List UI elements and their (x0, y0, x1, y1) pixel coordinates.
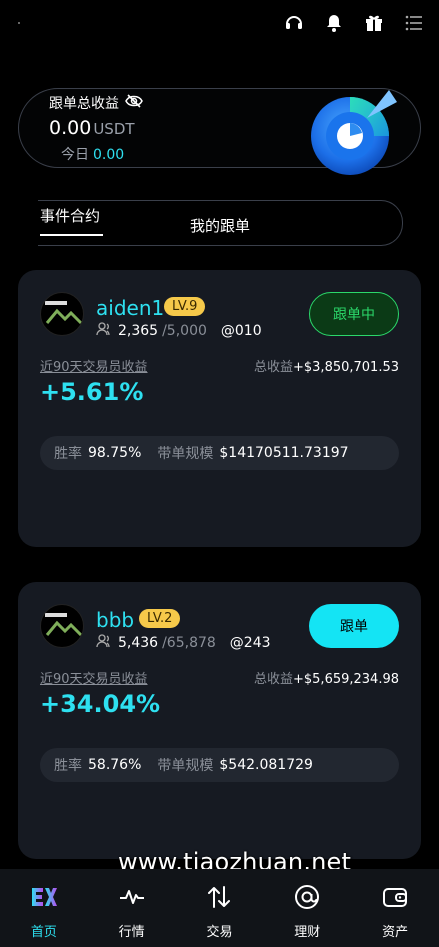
nav-market[interactable]: 行情 (102, 883, 162, 940)
follow-button[interactable]: 跟单 (309, 604, 399, 648)
follower-count: 2,365 (118, 323, 159, 339)
earnings-unit: USDT (93, 120, 135, 138)
nav-label: 行情 (118, 924, 145, 940)
menu-icon[interactable] (403, 12, 425, 34)
trader-card[interactable]: bbb LV.2 5,436 /65,878 @243 跟单 近90天交易员收益… (18, 582, 421, 859)
swap-arrows-icon (205, 883, 233, 915)
tab-event-contract[interactable]: 事件合约 (40, 205, 103, 236)
header-actions (283, 12, 425, 34)
follower-max: /5,000 (162, 323, 207, 339)
stats-pill: 胜率 98.75% 带单规模 $14170511.73197 (40, 436, 399, 470)
follower-max: /65,878 (162, 635, 216, 651)
total-profit: 总收益+$3,850,701.53 (253, 360, 399, 375)
period-label[interactable]: 近90天交易员收益 (40, 668, 148, 687)
wallet-icon (381, 883, 409, 915)
stats-pill: 胜率 58.76% 带单规模 $542.081729 (40, 748, 399, 782)
win-rate-value: 58.76% (88, 757, 142, 773)
scale-value: $14170511.73197 (219, 445, 349, 461)
users-icon (96, 634, 114, 652)
profit-percent: +5.61% (40, 378, 144, 406)
scale-label: 带单规模 (157, 446, 214, 462)
follower-count: 5,436 (118, 635, 159, 651)
nav-label: 首页 (30, 924, 57, 940)
gift-icon[interactable] (363, 12, 385, 34)
trader-name[interactable]: bbb (96, 608, 134, 632)
trader-card[interactable]: aiden1 LV.9 2,365 /5,000 @010 跟单中 近90天交易… (18, 270, 421, 547)
total-profit: 总收益+$5,659,234.98 (253, 672, 399, 687)
today-earnings: 今日 0.00 (61, 147, 125, 163)
nav-assets[interactable]: 资产 (365, 883, 425, 940)
scale-label: 带单规模 (157, 758, 214, 774)
tab-bar: 事件合约 我的跟单 (38, 200, 403, 246)
follower-stats: 5,436 /65,878 @243 (96, 634, 271, 652)
ex-logo-icon (30, 883, 58, 915)
status-dot (18, 22, 20, 24)
coin-illustration-icon (311, 90, 397, 175)
profit-percent: +34.04% (40, 690, 161, 718)
win-rate-value: 98.75% (88, 445, 142, 461)
follower-stats: 2,365 /5,000 @010 (96, 322, 262, 340)
trader-handle: @010 (220, 323, 262, 339)
scale-value: $542.081729 (219, 757, 313, 773)
bottom-nav: 首页 行情 交易 理财 资产 (0, 869, 439, 947)
avatar (40, 292, 84, 336)
nav-finance[interactable]: 理财 (277, 883, 337, 940)
nav-trade[interactable]: 交易 (189, 883, 249, 940)
level-badge: LV.9 (164, 297, 206, 316)
tab-my-copy-trades[interactable]: 我的跟单 (190, 215, 250, 236)
nav-home[interactable]: 首页 (14, 883, 74, 940)
earnings-value: 0.00 USDT (49, 117, 135, 139)
users-icon (96, 322, 114, 340)
trader-handle: @243 (229, 635, 271, 651)
notification-bell-icon[interactable] (323, 12, 345, 34)
trader-name[interactable]: aiden1 (96, 296, 164, 320)
headset-icon[interactable] (283, 12, 305, 34)
following-button[interactable]: 跟单中 (309, 292, 399, 336)
level-badge: LV.2 (139, 609, 181, 628)
win-rate-label: 胜率 (54, 446, 82, 462)
nav-label: 资产 (382, 924, 409, 940)
earnings-title: 跟单总收益 (49, 96, 119, 112)
at-circle-icon (293, 883, 321, 915)
eye-off-icon[interactable] (125, 94, 143, 112)
win-rate-label: 胜率 (54, 758, 82, 774)
pulse-chart-icon (118, 883, 146, 915)
avatar (40, 604, 84, 648)
nav-label: 理财 (294, 924, 321, 940)
nav-label: 交易 (206, 924, 233, 940)
period-label[interactable]: 近90天交易员收益 (40, 356, 148, 375)
